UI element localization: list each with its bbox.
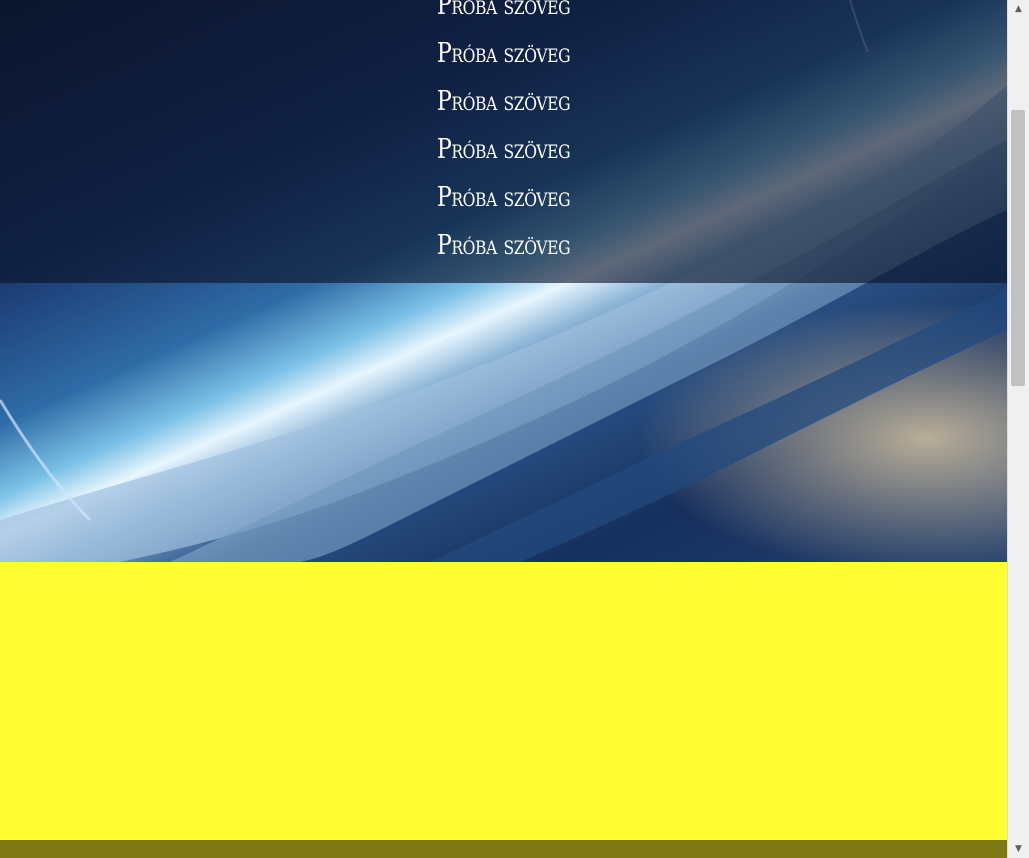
yellow-section [0, 562, 1007, 840]
text-overlay-panel: Próba szöveg Próba szöveg Próba szöveg P… [0, 0, 1007, 283]
scrollbar-thumb[interactable] [1011, 110, 1025, 386]
sample-text-list: Próba szöveg Próba szöveg Próba szöveg P… [0, 0, 1007, 270]
arrow-down-icon[interactable]: ▼ [1008, 840, 1029, 858]
sample-text-line: Próba szöveg [436, 134, 571, 165]
sample-text-line: Próba szöveg [436, 38, 571, 69]
vertical-scrollbar[interactable]: ▲ ▼ [1007, 0, 1029, 858]
sample-text-line: Próba szöveg [436, 230, 571, 261]
hero-background-image: Próba szöveg Próba szöveg Próba szöveg P… [0, 0, 1007, 562]
page-viewport: Próba szöveg Próba szöveg Próba szöveg P… [0, 0, 1007, 858]
footer-bar [0, 840, 1007, 858]
sample-text-line: Próba szöveg [436, 182, 571, 213]
sample-text-line: Próba szöveg [436, 86, 571, 117]
arrow-up-icon[interactable]: ▲ [1008, 0, 1029, 18]
sample-text-line: Próba szöveg [436, 0, 571, 21]
